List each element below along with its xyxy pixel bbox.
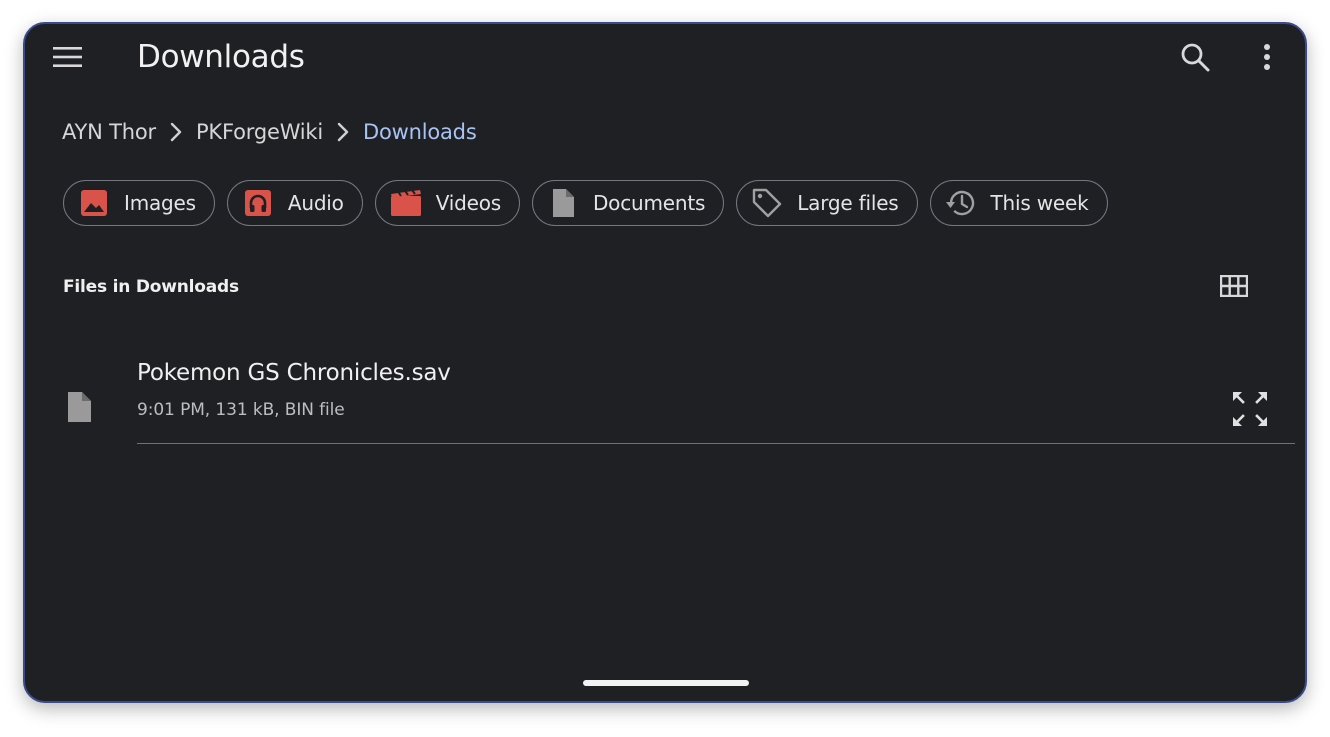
view-toggle-button[interactable] xyxy=(1213,268,1255,304)
search-button[interactable] xyxy=(1173,36,1217,78)
chip-label: Large files xyxy=(797,191,899,215)
list-item[interactable]: Pokemon GS Chronicles.sav 9:01 PM, 131 k… xyxy=(25,344,1305,444)
section-header: Files in Downloads xyxy=(63,277,239,297)
history-icon xyxy=(945,187,977,219)
top-app-bar: Downloads xyxy=(25,24,1305,90)
breadcrumb-item-folder[interactable]: PKForgeWiki xyxy=(196,120,323,144)
search-icon xyxy=(1181,43,1210,72)
chip-label: Audio xyxy=(287,191,344,215)
file-name: Pokemon GS Chronicles.sav xyxy=(137,360,451,386)
file-icon xyxy=(65,390,93,429)
chip-label: Documents xyxy=(592,191,706,215)
chevron-right-icon xyxy=(337,122,349,142)
document-icon xyxy=(547,187,579,219)
list-divider xyxy=(137,443,1295,444)
file-meta: 9:01 PM, 131 kB, BIN file xyxy=(137,400,345,420)
expand-icon xyxy=(1233,392,1267,426)
chip-label: Videos xyxy=(435,191,501,215)
headphones-icon xyxy=(242,187,274,219)
chip-large-files[interactable]: Large files xyxy=(736,180,918,226)
gesture-navigation-bar[interactable] xyxy=(583,680,749,686)
chip-documents[interactable]: Documents xyxy=(531,180,725,226)
chip-label: Images xyxy=(124,191,196,215)
breadcrumb-item-device[interactable]: AYN Thor xyxy=(62,120,156,144)
image-icon xyxy=(78,187,110,219)
movie-icon xyxy=(390,187,422,219)
breadcrumb-item-current[interactable]: Downloads xyxy=(363,120,477,144)
chip-label: This week xyxy=(990,191,1089,215)
breadcrumb: AYN Thor PKForgeWiki Downloads xyxy=(62,116,477,148)
chip-this-week[interactable]: This week xyxy=(929,180,1108,226)
breadcrumb-separator xyxy=(323,122,363,142)
menu-button[interactable] xyxy=(47,36,89,78)
preview-button[interactable] xyxy=(1227,386,1273,432)
tag-icon xyxy=(751,187,783,219)
chevron-right-icon xyxy=(170,122,182,142)
chip-images[interactable]: Images xyxy=(63,180,215,226)
breadcrumb-separator xyxy=(156,122,196,142)
chip-audio[interactable]: Audio xyxy=(226,180,363,226)
more-options-button[interactable] xyxy=(1247,36,1287,78)
grid-view-icon xyxy=(1220,275,1248,297)
hamburger-menu-icon xyxy=(53,47,82,67)
page-title: Downloads xyxy=(137,39,305,75)
chip-videos[interactable]: Videos xyxy=(374,180,520,226)
more-vert-icon xyxy=(1264,44,1270,70)
filter-chips: Images Audio Videos Documents Large file… xyxy=(63,180,1108,226)
app-window: Downloads AYN Thor PKForgeWiki Downloads… xyxy=(23,22,1307,703)
